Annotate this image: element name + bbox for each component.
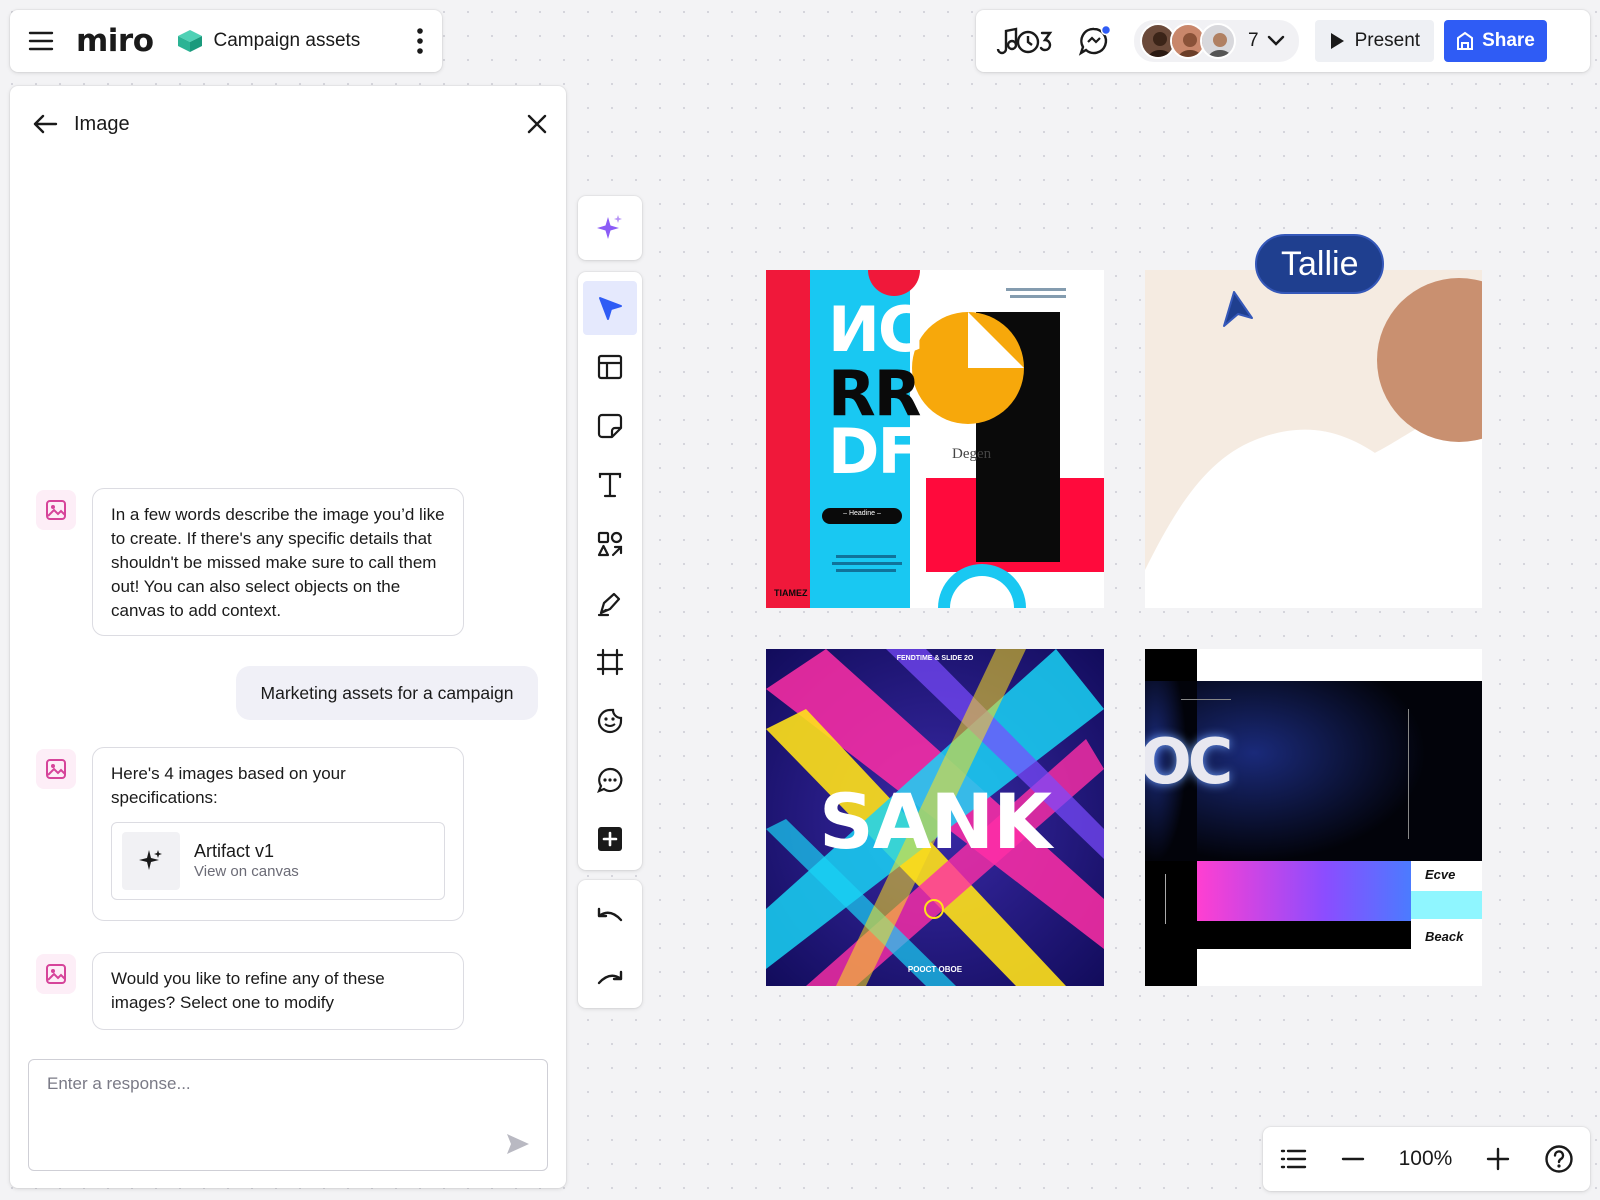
ai-image-panel: Image In a few words describe the image … <box>10 86 566 1188</box>
cursor-arrow-icon <box>596 294 624 322</box>
zoom-in-icon[interactable] <box>1486 1147 1510 1171</box>
history-toolbar <box>578 880 642 1008</box>
art3-title: SANK <box>818 777 1052 866</box>
text-tool[interactable] <box>583 458 637 512</box>
undo-button[interactable] <box>583 891 637 945</box>
art1-side-text: Degen <box>952 446 992 462</box>
play-icon <box>1329 32 1345 50</box>
shapes-tool[interactable] <box>583 517 637 571</box>
generated-image-4[interactable]: OC Ecve Beack <box>1145 649 1482 986</box>
user-message-text: Marketing assets for a campaign <box>260 682 514 703</box>
art4-label-2: Beack <box>1425 929 1464 944</box>
zoom-level[interactable]: 100% <box>1399 1147 1453 1171</box>
collaboration-bar: 7 Present Share <box>976 10 1590 72</box>
panel-header: Image <box>32 104 548 144</box>
select-tool[interactable] <box>583 281 637 335</box>
board-cube-icon <box>176 28 204 54</box>
music-timer-icon[interactable] <box>994 25 1056 57</box>
art1-button: – Headine – <box>843 510 881 517</box>
collaborator-count: 7 <box>1248 30 1259 51</box>
plus-square-icon <box>596 825 624 853</box>
zoom-out-icon[interactable] <box>1341 1147 1365 1171</box>
board-header: miro Campaign assets <box>10 10 442 72</box>
generated-image-1[interactable]: ИC RR DF – Headine – Degen TIAMEZ <box>766 270 1104 608</box>
frame-tool[interactable] <box>583 635 637 689</box>
art3-bottom-text: POOCT OBOE <box>907 965 963 974</box>
artifact-thumbnail <box>122 832 180 890</box>
assistant-message-text: Would you like to refine any of these im… <box>111 969 385 1012</box>
art1-headline-3: DF <box>828 415 920 488</box>
shapes-icon <box>596 530 624 558</box>
sticky-note-icon <box>596 412 624 440</box>
art1-headline-1: ИC <box>828 293 923 366</box>
collaborators-group[interactable]: 7 <box>1134 20 1299 62</box>
present-label: Present <box>1354 30 1421 51</box>
panel-title: Image <box>74 112 130 135</box>
assistant-message: In a few words describe the image you’d … <box>92 488 464 636</box>
image-bot-icon <box>36 749 76 789</box>
zoom-bar: 100% <box>1263 1127 1590 1191</box>
assistant-message: Here's 4 images based on your specificat… <box>92 747 464 921</box>
image-bot-icon <box>36 490 76 530</box>
help-icon[interactable] <box>1544 1144 1574 1174</box>
view-on-canvas-link[interactable]: View on canvas <box>194 862 299 882</box>
art3-top-text: FENDTIME & SLIDE 2O <box>896 655 974 662</box>
response-input[interactable] <box>47 1074 477 1094</box>
artifact-card[interactable]: Artifact v1 View on canvas <box>111 822 445 900</box>
comment-tool[interactable] <box>583 753 637 807</box>
redo-button[interactable] <box>583 950 637 1004</box>
ai-tool-button[interactable] <box>578 196 642 260</box>
reactions-chat-icon[interactable] <box>1078 25 1112 57</box>
sticker-smile-icon <box>596 707 624 735</box>
pen-icon <box>596 589 624 617</box>
sticky-note-tool[interactable] <box>583 399 637 453</box>
collaborator-cursor-label: Tallie <box>1255 234 1385 294</box>
send-icon[interactable] <box>505 1132 531 1156</box>
assistant-message-text: In a few words describe the image you’d … <box>111 505 445 620</box>
pen-tool[interactable] <box>583 576 637 630</box>
art4-letters: OC <box>1145 725 1233 798</box>
back-arrow-icon[interactable] <box>32 113 58 135</box>
comment-icon <box>596 766 624 794</box>
stickers-tool[interactable] <box>583 694 637 748</box>
ai-sparkle-icon <box>595 213 625 243</box>
chevron-down-icon[interactable] <box>1267 35 1285 47</box>
more-apps-tool[interactable] <box>583 812 637 866</box>
collaborator-cursor-icon <box>1218 290 1256 328</box>
user-message: Marketing assets for a campaign <box>236 666 538 720</box>
image-bot-icon <box>36 954 76 994</box>
tools-toolbar <box>578 272 642 870</box>
undo-icon <box>595 906 625 930</box>
assistant-message-text: Here's 4 images based on your specificat… <box>111 764 346 807</box>
art4-label-1: Ecve <box>1425 867 1456 882</box>
share-button[interactable]: Share <box>1444 20 1547 62</box>
frame-icon <box>596 648 624 676</box>
share-building-icon <box>1456 31 1474 51</box>
generated-image-3[interactable]: FENDTIME & SLIDE 2O SANK POOCT OBOE <box>766 649 1104 986</box>
more-options-icon[interactable] <box>416 27 424 55</box>
present-button[interactable]: Present <box>1314 20 1435 62</box>
redo-icon <box>595 965 625 989</box>
generated-image-2[interactable] <box>1145 270 1482 608</box>
templates-tool[interactable] <box>583 340 637 394</box>
close-icon[interactable] <box>526 113 548 135</box>
assistant-message: Would you like to refine any of these im… <box>92 952 464 1030</box>
menu-icon[interactable] <box>28 29 54 53</box>
art1-brand: TIAMEZ <box>774 588 808 598</box>
avatar[interactable] <box>1200 23 1236 59</box>
sparkle-icon <box>137 847 165 875</box>
artifact-title: Artifact v1 <box>194 841 275 861</box>
text-t-icon <box>596 471 624 499</box>
list-view-icon[interactable] <box>1279 1147 1307 1171</box>
share-label: Share <box>1482 30 1535 51</box>
layout-template-icon <box>596 353 624 381</box>
response-box <box>28 1059 548 1171</box>
miro-logo[interactable]: miro <box>76 23 154 59</box>
board-title[interactable]: Campaign assets <box>214 30 361 52</box>
